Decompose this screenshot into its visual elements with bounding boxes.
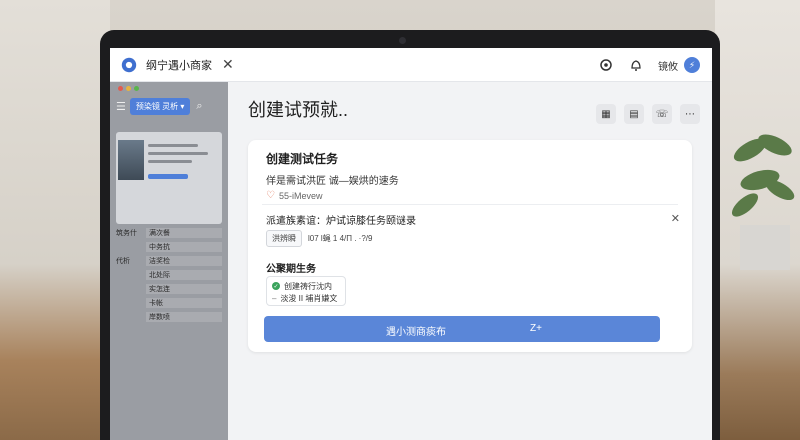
list-item[interactable]: 代析 洁奖检 (116, 254, 222, 268)
grid-icon[interactable]: ▦ (596, 104, 616, 124)
tag-meta: l07 l蝇 1 4/Π . ·?/9 (308, 234, 373, 243)
submit-button-label: 遇小测商痰布 (386, 327, 446, 338)
dash-icon: – (272, 293, 277, 303)
sidebar: ☰ 预染镜 灵析 ▾ ⌕ 筑务什 满次餐 中务抗 代析 洁奖检 北处际 实怎连 卡帐… (110, 82, 228, 440)
maximize-dot[interactable] (134, 86, 139, 91)
list-item-value: 中务抗 (146, 242, 222, 252)
sidebar-filter-chip[interactable]: 预染镜 灵析 ▾ (129, 97, 191, 115)
list-item[interactable]: 岸数喷 (116, 310, 222, 324)
list-item[interactable]: 卡帐 (116, 296, 222, 310)
list-item[interactable]: 筑务什 满次餐 (116, 226, 222, 240)
card-subtitle: 佯是需试洪匠 诚—娱烘的速务 (266, 176, 399, 187)
selected-secondary-text: 淡浚 II 埔肖嫌文 (280, 293, 338, 303)
list-item-value: 卡帐 (146, 298, 222, 308)
webcam (399, 37, 406, 44)
card-link-text: 55-iMevew (278, 190, 323, 201)
clipboard-icon[interactable]: ▤ (624, 104, 644, 124)
minimize-dot[interactable] (126, 86, 131, 91)
section-title: 公聚期生务 (266, 264, 316, 275)
preview-button (148, 174, 188, 179)
settings-icon[interactable] (598, 57, 614, 73)
phone-icon[interactable]: ☏ (652, 104, 672, 124)
user-name[interactable]: 镜攸 (658, 58, 678, 73)
bell-icon[interactable] (628, 57, 644, 73)
page-actions: ▦ ▤ ☏ ⋯ (596, 104, 700, 124)
list-item[interactable]: 北处际 (116, 268, 222, 282)
title-bar: 纲宁遇小商家 ✕ 镜攸 ⚡ (110, 48, 712, 82)
submit-button-shortcut: Z+ (530, 323, 542, 334)
sidebar-preview-thumbnail[interactable] (116, 132, 222, 224)
user-avatar[interactable]: ⚡ (684, 57, 700, 73)
list-item-key: 筑务什 (116, 230, 137, 237)
list-item-value: 实怎连 (146, 284, 222, 294)
check-icon: ✓ (272, 282, 280, 290)
task-card: 创建测试任务 佯是需试洪匠 诚—娱烘的速务 ♡ 55-iMevew 派遣族素谊：… (248, 140, 692, 352)
card-title: 创建测试任务 (266, 152, 339, 166)
preview-line (148, 144, 198, 147)
list-item-value: 北处际 (146, 270, 222, 280)
list-item-value: 洁奖检 (146, 256, 222, 266)
more-icon[interactable]: ⋯ (680, 104, 700, 124)
list-item-value: 岸数喷 (146, 312, 222, 322)
sidebar-list: 筑务什 满次餐 中务抗 代析 洁奖检 北处际 实怎连 卡帐 岸数喷 (116, 226, 222, 324)
heart-icon: ♡ (266, 190, 275, 201)
list-item[interactable]: 中务抗 (116, 240, 222, 254)
divider (262, 204, 678, 205)
list-item-key: 代析 (116, 258, 130, 265)
preview-line (148, 152, 208, 155)
preview-line (148, 160, 192, 163)
close-dot[interactable] (118, 86, 123, 91)
list-item[interactable]: 实怎连 (116, 282, 222, 296)
app-title: 纲宁遇小商家 (146, 59, 212, 72)
window-controls (118, 86, 139, 91)
close-icon[interactable]: ✕ (671, 212, 680, 225)
submit-button[interactable]: 遇小测商痰布 Z+ (264, 316, 660, 342)
background-wall-left (0, 0, 110, 440)
app-window: 纲宁遇小商家 ✕ 镜攸 ⚡ ☰ 预染镜 灵析 ▾ ⌕ 筑务什 满次餐 中务抗 代… (110, 48, 712, 440)
preview-image (118, 140, 144, 180)
sidebar-toolbar: ☰ 预染镜 灵析 ▾ ⌕ (116, 96, 224, 116)
list-item-value: 满次餐 (146, 228, 222, 238)
card-link[interactable]: ♡ 55-iMevew (266, 190, 322, 201)
selected-primary-text: 创建祷行沈内 (284, 281, 332, 291)
menu-icon[interactable]: ☰ (116, 100, 126, 113)
selected-primary-row: ✓ 创建祷行沈内 (272, 280, 340, 292)
tag-label[interactable]: 洪辨瞬 (266, 230, 302, 247)
tag-row: 洪辨瞬 l07 l蝇 1 4/Π . ·?/9 (266, 230, 372, 247)
selected-secondary-row: – 淡浚 II 埔肖嫌文 (272, 292, 340, 304)
gear-icon (121, 57, 137, 72)
search-icon[interactable]: ⌕ (196, 100, 202, 113)
requirement-text: 派遣族素谊：炉试谅膝任务颐谜录 (266, 216, 416, 227)
plant-decoration (731, 134, 795, 270)
close-tab-button[interactable]: ✕ (222, 56, 234, 73)
page-title: 创建试预就.. (248, 100, 349, 120)
main-content: 创建试预就.. ▦ ▤ ☏ ⋯ 创建测试任务 佯是需试洪匠 诚—娱烘的速务 ♡ … (228, 82, 712, 440)
selected-task-box[interactable]: ✓ 创建祷行沈内 – 淡浚 II 埔肖嫌文 (266, 276, 346, 306)
